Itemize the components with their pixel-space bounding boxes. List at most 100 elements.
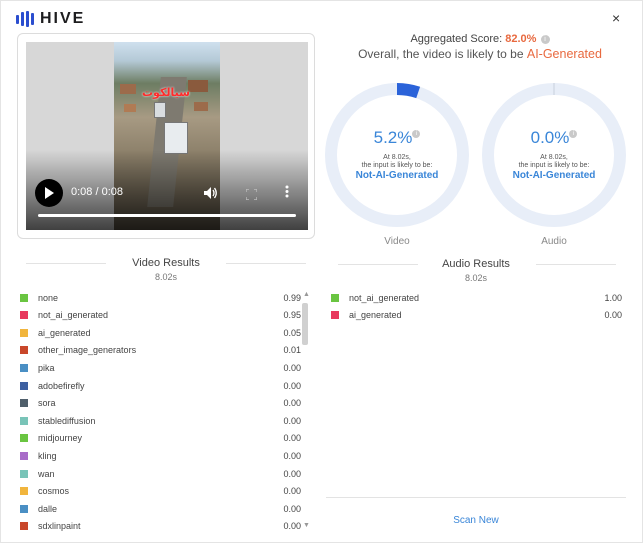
result-value: 0.00 xyxy=(283,450,301,461)
legend-swatch xyxy=(20,363,28,372)
result-row: ai_generated 0.05 xyxy=(20,324,301,341)
result-value: 0.00 xyxy=(283,415,301,426)
result-value: 0.00 xyxy=(604,310,622,321)
gauge-verdict: Not-AI-Generated xyxy=(355,170,439,181)
info-icon[interactable]: i xyxy=(412,130,421,138)
divider xyxy=(26,263,106,264)
video-time: 0:08 / 0:08 xyxy=(71,186,123,198)
result-row: cosmos 0.00 xyxy=(20,483,301,500)
legend-swatch xyxy=(331,311,339,320)
result-value: 0.00 xyxy=(283,433,301,444)
video-results-title: Video Results xyxy=(132,257,200,269)
result-value: 0.00 xyxy=(283,521,301,532)
result-label: not_ai_generated xyxy=(38,310,109,321)
video-progress-bar[interactable] xyxy=(38,214,296,217)
gauge-likely-label: the input is likely to be: xyxy=(361,162,433,169)
info-icon[interactable]: i xyxy=(540,35,550,44)
legend-swatch xyxy=(20,522,28,531)
hive-logo-icon xyxy=(16,11,34,27)
legend-swatch xyxy=(20,487,28,496)
overall-verdict-value: AI-Generated xyxy=(526,47,602,61)
result-row: not_ai_generated 0.95 xyxy=(20,307,301,324)
result-row: none 0.99 xyxy=(20,289,301,306)
result-label: ai_generated xyxy=(38,327,91,338)
result-label: not_ai_generated xyxy=(349,292,420,303)
result-label: wan xyxy=(38,468,55,479)
divider xyxy=(326,497,626,498)
result-value: 0.00 xyxy=(283,468,301,479)
result-row: dalle 0.00 xyxy=(20,500,301,517)
legend-swatch xyxy=(20,451,28,460)
overall-verdict: Overall, the video is likely to be AI-Ge… xyxy=(358,47,602,61)
result-label: pika xyxy=(38,362,55,373)
result-label: other_image_generators xyxy=(38,345,137,356)
video-score-gauge: 5.2% i At 8.02s, the input is likely to b… xyxy=(324,82,470,228)
result-row: sdxlinpaint 0.00 xyxy=(20,518,301,535)
volume-button[interactable] xyxy=(204,186,218,204)
gauge-at-time: At 8.02s, xyxy=(540,154,568,161)
result-row: other_image_generators 0.01 xyxy=(20,342,301,359)
info-icon[interactable]: i xyxy=(569,130,578,138)
divider xyxy=(226,263,306,264)
play-button[interactable] xyxy=(35,179,63,207)
result-label: dalle xyxy=(38,503,58,514)
result-value: 1.00 xyxy=(604,292,622,303)
gauge-percent: 0.0% xyxy=(530,128,570,147)
audio-gauge-caption: Audio xyxy=(541,236,567,247)
play-icon xyxy=(45,187,54,199)
result-label: sora xyxy=(38,398,56,409)
audio-score-gauge: 0.0% i At 8.02s, the input is likely to b… xyxy=(481,82,627,228)
legend-swatch xyxy=(20,293,28,302)
audio-results-time: 8.02s xyxy=(464,273,488,283)
result-value: 0.99 xyxy=(283,292,301,303)
legend-swatch xyxy=(20,399,28,408)
result-value: 0.00 xyxy=(283,503,301,514)
gauge-at-time: At 8.02s, xyxy=(383,154,411,161)
result-row: adobefirefly 0.00 xyxy=(20,377,301,394)
volume-icon xyxy=(204,187,217,199)
more-options-button[interactable] xyxy=(285,185,289,203)
audio-results-title: Audio Results xyxy=(442,258,510,270)
result-row: sora 0.00 xyxy=(20,395,301,412)
legend-swatch xyxy=(20,328,28,337)
result-row: stablediffusion 0.00 xyxy=(20,412,301,429)
result-value: 0.00 xyxy=(283,380,301,391)
result-value: 0.00 xyxy=(283,398,301,409)
result-value: 0.05 xyxy=(283,327,301,338)
legend-swatch xyxy=(20,311,28,320)
scan-new-button[interactable]: Scan New xyxy=(326,515,626,526)
scroll-up-icon[interactable]: ▲ xyxy=(303,291,310,298)
result-label: stablediffusion xyxy=(38,415,96,426)
result-value: 0.95 xyxy=(283,310,301,321)
video-gauge-caption: Video xyxy=(384,236,410,247)
legend-swatch xyxy=(20,504,28,513)
aggregated-score: Aggregated Score: 82.0% i xyxy=(330,33,630,45)
brand-logo: HIVE xyxy=(16,10,85,28)
gauge-percent: 5.2% xyxy=(373,128,413,147)
close-button[interactable]: × xyxy=(612,10,620,26)
result-row: midjourney 0.00 xyxy=(20,430,301,447)
result-row: wan 0.00 xyxy=(20,465,301,482)
fullscreen-icon xyxy=(245,188,258,201)
video-results-time: 8.02s xyxy=(154,272,178,282)
gauge-likely-label: the input is likely to be: xyxy=(518,162,590,169)
legend-swatch xyxy=(20,381,28,390)
fullscreen-button[interactable] xyxy=(245,187,258,205)
legend-swatch xyxy=(20,434,28,443)
legend-swatch xyxy=(20,469,28,478)
result-label: none xyxy=(38,292,59,303)
result-label: adobefirefly xyxy=(38,380,85,391)
legend-swatch xyxy=(20,346,28,355)
result-label: ai_generated xyxy=(349,310,402,321)
legend-swatch xyxy=(331,293,339,302)
legend-swatch xyxy=(20,416,28,425)
result-row: kling 0.00 xyxy=(20,447,301,464)
video-player[interactable]: سيالكوت 0:08 / 0:08 xyxy=(26,42,308,230)
result-value: 0.00 xyxy=(283,362,301,373)
scroll-down-icon[interactable]: ▼ xyxy=(303,522,310,529)
gauge-verdict: Not-AI-Generated xyxy=(512,170,596,181)
result-value: 0.00 xyxy=(283,486,301,497)
scrollbar-thumb[interactable] xyxy=(302,303,308,345)
divider xyxy=(536,264,616,265)
brand-name: HIVE xyxy=(40,10,86,27)
